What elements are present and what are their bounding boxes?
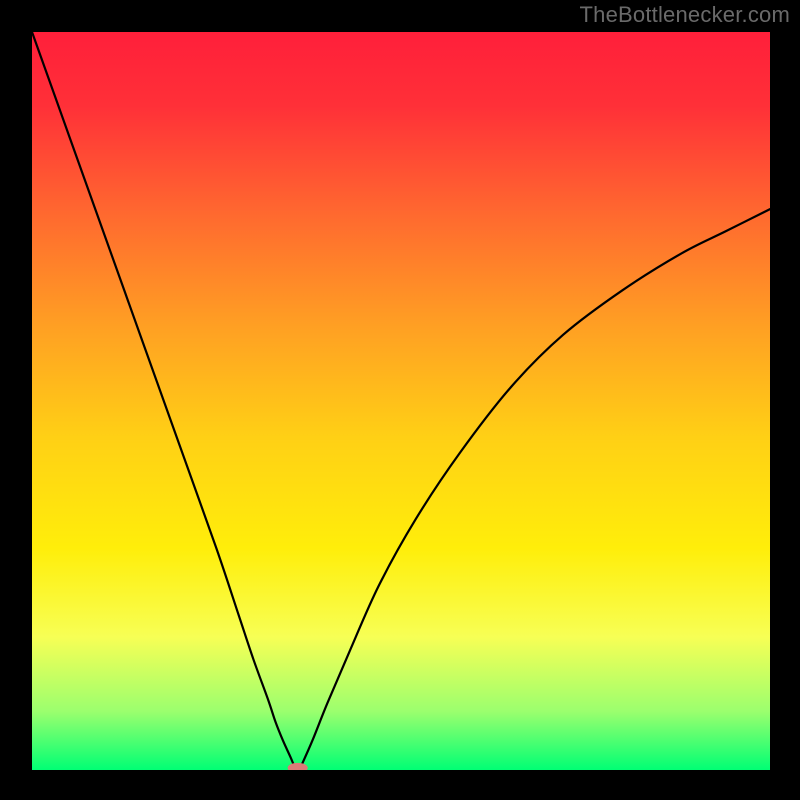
bottleneck-plot: [32, 32, 770, 770]
gradient-background: [32, 32, 770, 770]
watermark-text: TheBottlenecker.com: [580, 2, 790, 28]
min-point-marker: [288, 763, 307, 770]
plot-area: [32, 32, 770, 770]
chart-frame: TheBottlenecker.com: [0, 0, 800, 800]
